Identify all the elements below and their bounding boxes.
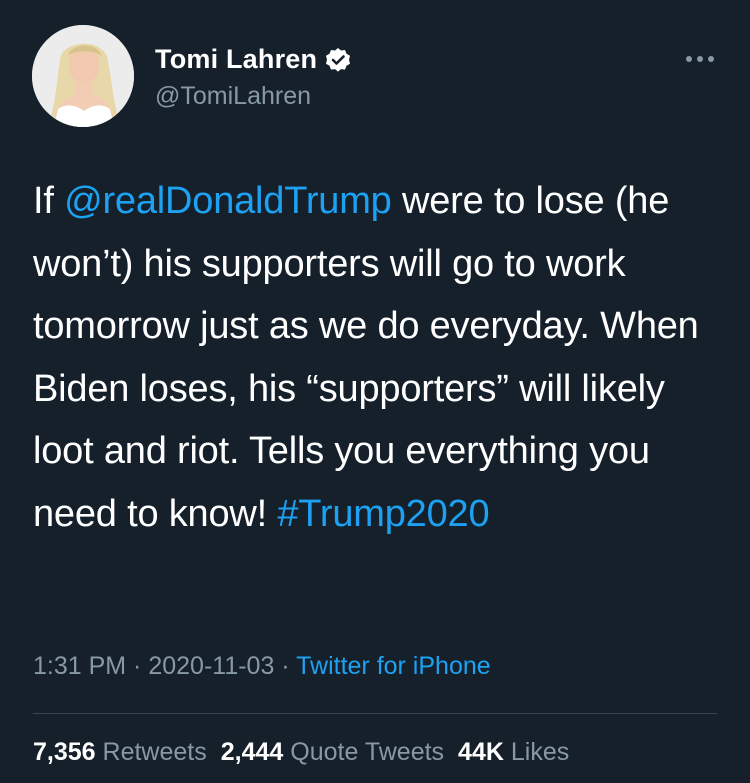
more-options-icon[interactable] bbox=[684, 54, 716, 64]
likes-stat[interactable]: 44K Likes bbox=[458, 738, 569, 766]
likes-label: Likes bbox=[510, 738, 570, 766]
tweet-metadata: 1:31 PM · 2020-11-03 · Twitter for iPhon… bbox=[33, 652, 491, 681]
display-name[interactable]: Tomi Lahren bbox=[155, 44, 317, 75]
meta-separator: · bbox=[274, 652, 297, 680]
tweet-text: If @realDonaldTrump were to lose (he won… bbox=[33, 170, 723, 545]
tweet-card: Tomi Lahren @TomiLahren If @realDonaldTr… bbox=[0, 0, 750, 783]
likes-count: 44K bbox=[458, 738, 504, 766]
profile-photo-icon bbox=[32, 25, 134, 127]
author-handle[interactable]: @TomiLahren bbox=[155, 82, 311, 111]
mention-link[interactable]: @realDonaldTrump bbox=[64, 180, 392, 222]
author-name-row[interactable]: Tomi Lahren bbox=[155, 44, 351, 75]
divider bbox=[33, 713, 717, 714]
quote-tweets-stat[interactable]: 2,444 Quote Tweets bbox=[221, 738, 444, 766]
engagement-stats: 7,356 Retweets 2,444 Quote Tweets 44K Like… bbox=[33, 738, 569, 767]
quote-tweets-label: Quote Tweets bbox=[290, 738, 445, 766]
avatar[interactable] bbox=[32, 25, 134, 127]
retweets-label: Retweets bbox=[102, 738, 207, 766]
verified-badge-icon bbox=[325, 47, 351, 73]
tweet-time[interactable]: 1:31 PM bbox=[33, 652, 126, 680]
retweets-stat[interactable]: 7,356 Retweets bbox=[33, 738, 207, 766]
retweets-count: 7,356 bbox=[33, 738, 96, 766]
quote-tweets-count: 2,444 bbox=[220, 738, 284, 766]
tweet-text-part: If bbox=[33, 180, 65, 222]
hashtag-link[interactable]: #Trump2020 bbox=[277, 493, 489, 535]
tweet-text-part: were to lose (he won’t) his supporters w… bbox=[33, 180, 699, 535]
meta-separator: · bbox=[126, 652, 149, 680]
tweet-date[interactable]: 2020-11-03 bbox=[148, 652, 274, 680]
tweet-source-link[interactable]: Twitter for iPhone bbox=[296, 652, 491, 680]
